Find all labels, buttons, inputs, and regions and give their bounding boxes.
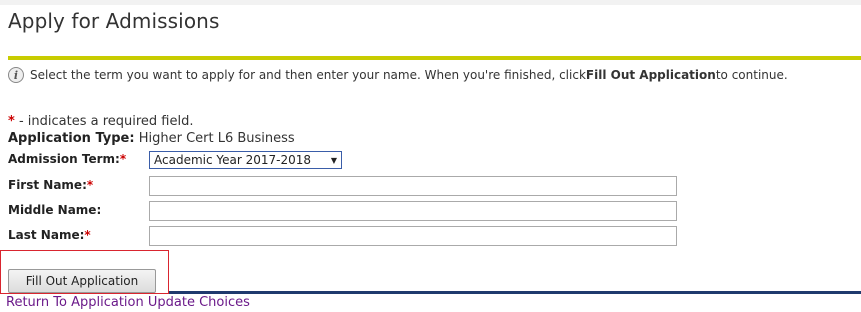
first-name-input[interactable] (149, 176, 677, 196)
required-note: * - indicates a required field. (8, 114, 193, 129)
admission-term-label-text: Admission Term: (8, 152, 120, 166)
chevron-down-icon: ▼ (330, 155, 337, 165)
instructions-text: Select the term you want to apply for an… (30, 68, 586, 82)
required-star: * (86, 178, 94, 192)
instructions-suffix: to continue. (715, 68, 788, 82)
return-link[interactable]: Return To Application Update Choices (6, 295, 250, 310)
required-note-text: - indicates a required field. (14, 114, 194, 129)
last-name-label-text: Last Name: (8, 228, 85, 242)
top-strip (0, 0, 861, 5)
admission-term-select[interactable]: Academic Year 2017-2018 ▼ (149, 151, 342, 169)
instructions: i Select the term you want to apply for … (8, 66, 788, 84)
info-icon: i (8, 67, 24, 83)
required-star: * (8, 114, 15, 129)
middle-name-input[interactable] (149, 201, 677, 221)
title-divider (8, 56, 861, 60)
middle-name-label-text: Middle Name: (8, 203, 102, 217)
required-star: * (84, 228, 91, 242)
first-name-label: First Name:* (8, 178, 93, 192)
middle-name-label: Middle Name: (8, 203, 101, 217)
admission-term-value: Academic Year 2017-2018 (154, 153, 312, 167)
page-title: Apply for Admissions (8, 9, 220, 33)
application-type-label: Application Type: (8, 131, 135, 146)
bottom-divider (169, 291, 861, 294)
admission-term-label: Admission Term:* (8, 152, 126, 166)
last-name-label: Last Name:* (8, 228, 91, 242)
required-star: * (119, 152, 127, 166)
application-type: Application Type: Higher Cert L6 Busines… (8, 131, 295, 146)
instructions-bold: Fill Out Application (585, 68, 716, 82)
highlight-box (0, 250, 169, 294)
last-name-input[interactable] (149, 226, 677, 246)
first-name-label-text: First Name: (8, 178, 87, 192)
application-type-value: Higher Cert L6 Business (138, 131, 295, 146)
